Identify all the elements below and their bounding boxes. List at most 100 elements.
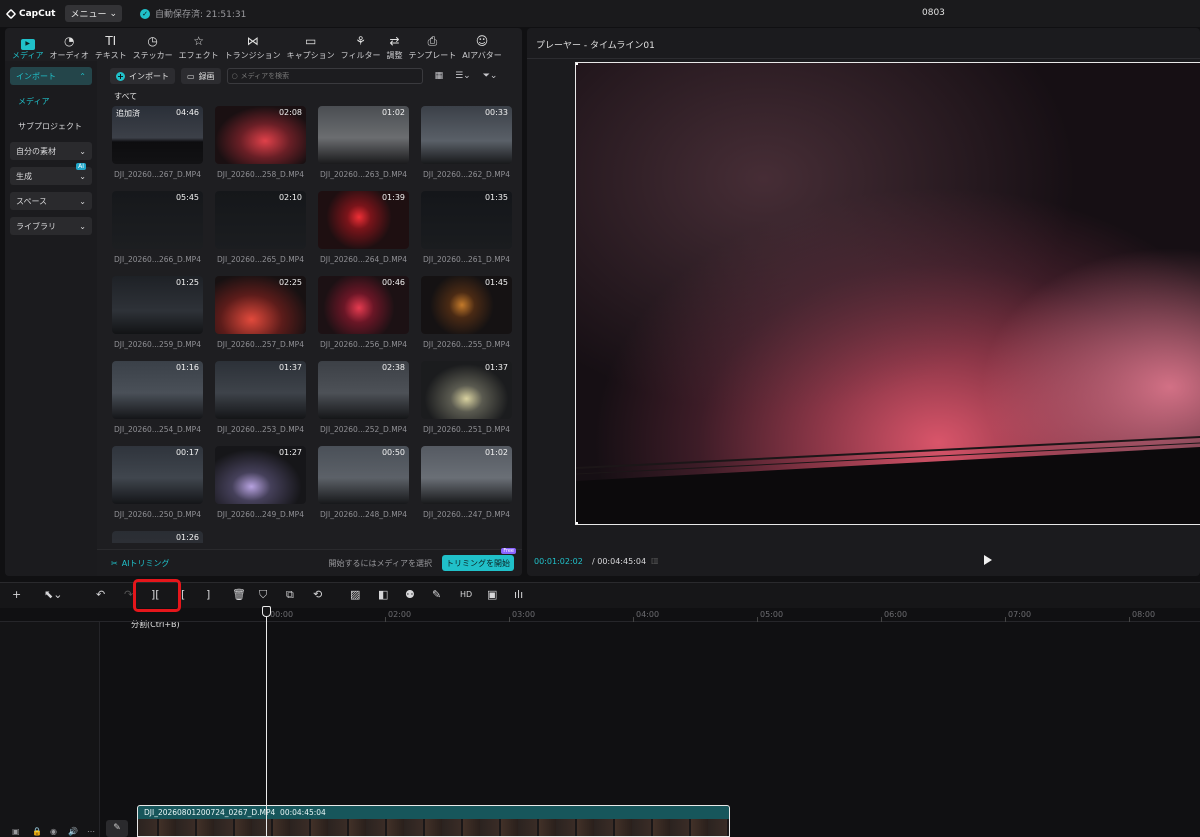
grid-view-icon[interactable]: ▦ xyxy=(435,71,444,81)
media-thumbnail[interactable]: 00:50 xyxy=(318,446,409,504)
media-card[interactable]: 00:50 DJI_20260...248_D.MP4 xyxy=(318,446,409,527)
timeline-clip[interactable]: DJI_20260801200724_0267_D.MP4 00:04:45:0… xyxy=(137,805,730,837)
tab-media[interactable]: ▶ メディア xyxy=(9,30,46,61)
tab-text[interactable]: TI テキスト xyxy=(92,30,130,61)
media-card[interactable]: 01:37 DJI_20260...253_D.MP4 xyxy=(215,361,306,442)
media-thumbnail[interactable]: 02:38 xyxy=(318,361,409,419)
sort-icon[interactable]: ☰⌄ xyxy=(455,71,471,81)
media-thumbnail[interactable]: 02:10 xyxy=(215,191,306,249)
cursor-select-icon[interactable]: ⬉⌄ xyxy=(44,588,62,602)
media-card[interactable]: 01:45 DJI_20260...255_D.MP4 xyxy=(421,276,512,357)
delete-icon[interactable]: 🗑 xyxy=(232,588,246,602)
media-card[interactable]: 01:02 DJI_20260...247_D.MP4 xyxy=(421,446,512,527)
media-card[interactable]: 02:10 DJI_20260...265_D.MP4 xyxy=(215,191,306,272)
media-thumbnail[interactable]: 01:37 xyxy=(421,361,512,419)
tab-sticker[interactable]: ◷ ステッカー xyxy=(130,30,176,61)
more-icon[interactable]: ⋯ xyxy=(87,827,95,836)
media-card[interactable]: 01:16 DJI_20260...254_D.MP4 xyxy=(112,361,203,442)
record-button[interactable]: ▭ 録画 xyxy=(181,68,221,84)
hd-icon[interactable]: HD xyxy=(460,588,472,602)
sidebar-item-subproject[interactable]: サブプロジェクト xyxy=(10,117,92,135)
media-card[interactable]: 02:38 DJI_20260...252_D.MP4 xyxy=(318,361,409,442)
undo-icon[interactable]: ↶ xyxy=(96,588,105,602)
media-card[interactable]: 00:46 DJI_20260...256_D.MP4 xyxy=(318,276,409,357)
ai-trim-label[interactable]: ✂ AIトリミング xyxy=(111,558,170,569)
start-trim-button[interactable]: トリミングを開始 Free xyxy=(442,548,516,571)
crop-icon[interactable]: ⧉ xyxy=(286,588,294,602)
menu-button[interactable]: メニュー ⌄ xyxy=(65,5,122,22)
audio-wave-icon[interactable]: ılı xyxy=(514,588,523,602)
media-card[interactable]: 01:37 DJI_20260...251_D.MP4 xyxy=(421,361,512,442)
media-card[interactable]: 00:33 DJI_20260...262_D.MP4 xyxy=(421,106,512,187)
media-thumbnail[interactable]: 01:35 xyxy=(421,191,512,249)
sidebar-item-my-assets[interactable]: 自分の素材 ⌄ xyxy=(10,142,92,160)
media-card[interactable]: 01:27 DJI_20260...249_D.MP4 xyxy=(215,446,306,527)
media-card[interactable]: 01:39 DJI_20260...264_D.MP4 xyxy=(318,191,409,272)
media-thumbnail[interactable]: 01:25 xyxy=(112,276,203,334)
media-thumbnail[interactable]: 00:17 xyxy=(112,446,203,504)
split-left-icon[interactable]: [ xyxy=(181,588,185,602)
media-thumbnail[interactable]: 01:27 xyxy=(215,446,306,504)
search-input[interactable]: ○ メディアを検索 xyxy=(226,68,423,84)
tab-transition[interactable]: ⋈ トランジション xyxy=(222,30,284,61)
media-card[interactable]: 追加済 04:46 DJI_20260...267_D.MP4 xyxy=(112,106,203,187)
edit-cover-icon[interactable]: ✎ xyxy=(106,820,128,837)
magic-icon[interactable]: ✎ xyxy=(432,588,441,602)
redo-icon[interactable]: ↷ xyxy=(124,588,133,602)
media-thumbnail[interactable]: 01:02 xyxy=(318,106,409,164)
marker-icon[interactable]: ⛉ xyxy=(259,588,267,602)
media-card[interactable]: 02:25 DJI_20260...257_D.MP4 xyxy=(215,276,306,357)
playhead[interactable] xyxy=(266,611,267,837)
sidebar-item-space[interactable]: スペース ⌄ xyxy=(10,192,92,210)
media-card[interactable]: 00:17 DJI_20260...250_D.MP4 xyxy=(112,446,203,527)
import-button[interactable]: + インポート xyxy=(110,68,175,84)
tab-caption[interactable]: ▭ キャプション xyxy=(284,30,338,61)
media-thumbnail[interactable]: 02:25 xyxy=(215,276,306,334)
mirror-icon[interactable]: ◧ xyxy=(378,588,388,602)
media-thumbnail[interactable]: 00:33 xyxy=(421,106,512,164)
crop-handle[interactable] xyxy=(576,522,578,524)
split-right-icon[interactable]: ] xyxy=(206,588,210,602)
sidebar-item-import[interactable]: インポート ⌃ xyxy=(10,67,92,85)
media-thumbnail[interactable]: 00:46 xyxy=(318,276,409,334)
tab-effect[interactable]: ☆ エフェクト xyxy=(176,30,222,61)
media-thumbnail[interactable]: 追加済 04:46 xyxy=(112,106,203,164)
eye-icon[interactable]: ◉ xyxy=(50,827,57,836)
timeline-ruler[interactable]: 00:00 02:00 03:00 04:00 05:00 06:00 07:0… xyxy=(0,608,1200,622)
media-thumbnail[interactable]: 01:16 xyxy=(112,361,203,419)
tab-adjust[interactable]: ⇄ 調整 xyxy=(384,30,406,61)
media-card[interactable]: 01:26 xyxy=(112,531,203,543)
speaker-icon[interactable]: 🔊 xyxy=(68,827,78,836)
media-card[interactable]: 05:45 DJI_20260...266_D.MP4 xyxy=(112,191,203,272)
sidebar-item-media[interactable]: メディア xyxy=(10,92,92,110)
media-card[interactable]: 01:35 DJI_20260...261_D.MP4 xyxy=(421,191,512,272)
media-card[interactable]: 02:08 DJI_20260...258_D.MP4 xyxy=(215,106,306,187)
media-thumbnail[interactable]: 02:08 xyxy=(215,106,306,164)
waveform-icon[interactable]: ▥ xyxy=(651,556,659,565)
person-icon[interactable]: ⚉ xyxy=(405,588,415,602)
tab-filter[interactable]: ⚘ フィルター xyxy=(338,30,384,61)
transform-icon[interactable]: ⟲ xyxy=(313,588,322,602)
tab-audio[interactable]: ◔ オーディオ xyxy=(46,30,91,61)
add-icon[interactable]: + xyxy=(12,588,21,602)
sidebar-item-generate[interactable]: 生成 ⌄ AI xyxy=(10,163,92,185)
playhead-handle[interactable] xyxy=(262,606,271,617)
tab-template[interactable]: ⎙ テンプレート xyxy=(406,30,460,61)
media-thumbnail[interactable]: 01:02 xyxy=(421,446,512,504)
enhance-icon[interactable]: ▣ xyxy=(487,588,497,602)
media-card[interactable]: 01:25 DJI_20260...259_D.MP4 xyxy=(112,276,203,357)
sidebar-item-library[interactable]: ライブラリ ⌄ xyxy=(10,217,92,235)
media-card[interactable]: 01:02 DJI_20260...263_D.MP4 xyxy=(318,106,409,187)
crop-handle[interactable] xyxy=(576,63,578,65)
media-thumbnail[interactable]: 01:37 xyxy=(215,361,306,419)
tab-ai-avatar[interactable]: ☺ AIアバター xyxy=(459,30,505,61)
lock-icon[interactable]: 🔒 xyxy=(32,827,42,836)
filter-icon[interactable]: ⏷⌄ xyxy=(483,71,498,81)
video-preview[interactable] xyxy=(575,62,1200,525)
replace-icon[interactable]: ▨ xyxy=(350,588,360,602)
media-thumbnail[interactable]: 05:45 xyxy=(112,191,203,249)
media-thumbnail[interactable]: 01:39 xyxy=(318,191,409,249)
media-thumbnail[interactable]: 01:26 xyxy=(112,531,203,543)
play-icon[interactable] xyxy=(984,555,992,565)
media-thumbnail[interactable]: 01:45 xyxy=(421,276,512,334)
